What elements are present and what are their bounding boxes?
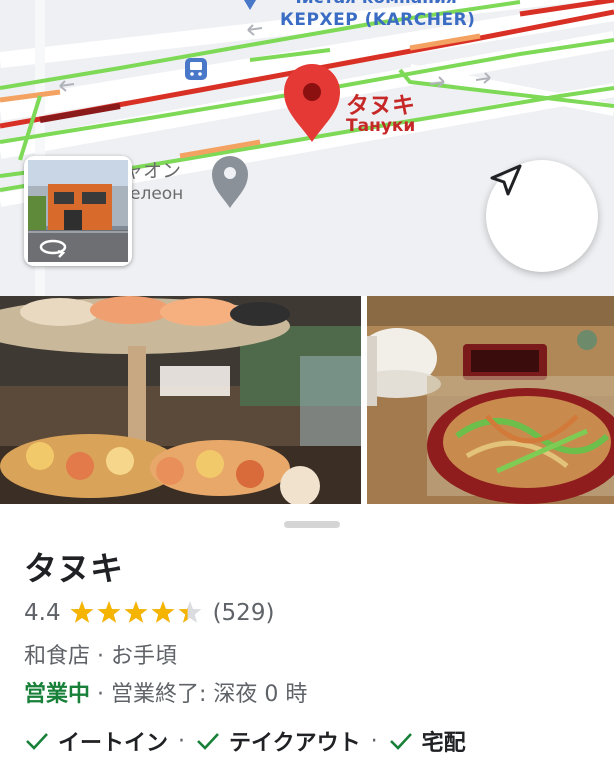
navigation-arrow-icon xyxy=(490,164,522,196)
service-options: イートイン · テイクアウト · 宅配 xyxy=(24,724,466,758)
street-view-thumbnail[interactable] xyxy=(24,156,132,266)
separator: · xyxy=(178,728,186,754)
star-rating xyxy=(69,600,205,626)
closing-time: 営業終了: 深夜 0 時 xyxy=(111,682,308,707)
opening-hours[interactable]: 営業中 · 営業終了: 深夜 0 時 xyxy=(24,676,307,708)
service-delivery: 宅配 xyxy=(388,725,466,757)
service-dine-in: イートイン xyxy=(24,725,168,757)
check-icon xyxy=(197,733,219,750)
poi-label[interactable]: ャオン xyxy=(124,156,181,183)
open-status: 営業中 xyxy=(24,682,91,707)
separator: · xyxy=(90,682,111,707)
bus-stop-icon xyxy=(185,58,207,80)
poi-label[interactable]: Чистая компания xyxy=(288,0,457,8)
star-rating-icons xyxy=(70,601,201,623)
photo-image xyxy=(367,296,614,504)
place-marker-icon xyxy=(212,156,248,208)
noodle-dish-photo[interactable] xyxy=(367,296,614,504)
star-filled-icon xyxy=(124,601,147,623)
selected-place-sublabel[interactable]: Тануки xyxy=(346,116,415,136)
service-takeout: テイクアウト xyxy=(195,725,361,757)
place-category: 和食店 · お手頃 xyxy=(24,644,177,669)
selected-place-label[interactable]: タヌキ xyxy=(346,86,415,120)
poi-label[interactable]: КЕРХЕР (KARCHER) xyxy=(280,10,475,30)
photo-strip[interactable] xyxy=(0,296,614,504)
rotate-360-icon xyxy=(39,239,67,258)
sushi-tower-photo[interactable] xyxy=(0,296,361,504)
check-icon xyxy=(26,733,48,750)
place-name: タヌキ xyxy=(24,549,123,588)
review-count[interactable]: (529) xyxy=(213,600,275,626)
star-filled-icon xyxy=(70,601,93,623)
map-view[interactable]: Чистая компания КЕРХЕР (KARCHER) タヌキ Тан… xyxy=(0,0,614,296)
star-filled-icon xyxy=(151,601,174,623)
recenter-button[interactable] xyxy=(486,160,598,272)
service-label: イートイン xyxy=(58,731,169,756)
selected-place-pin-icon xyxy=(284,64,340,142)
rating-row[interactable]: 4.4 (529) xyxy=(24,597,274,629)
sheet-drag-handle[interactable] xyxy=(284,521,340,528)
star-filled-icon xyxy=(97,601,120,623)
check-icon xyxy=(389,733,412,750)
separator: · xyxy=(370,728,378,754)
rating-value: 4.4 xyxy=(24,600,61,626)
photo-image xyxy=(0,296,361,504)
service-label: 宅配 xyxy=(421,731,466,756)
service-label: テイクアウト xyxy=(229,731,361,756)
poi-label[interactable]: елеон xyxy=(130,184,183,204)
